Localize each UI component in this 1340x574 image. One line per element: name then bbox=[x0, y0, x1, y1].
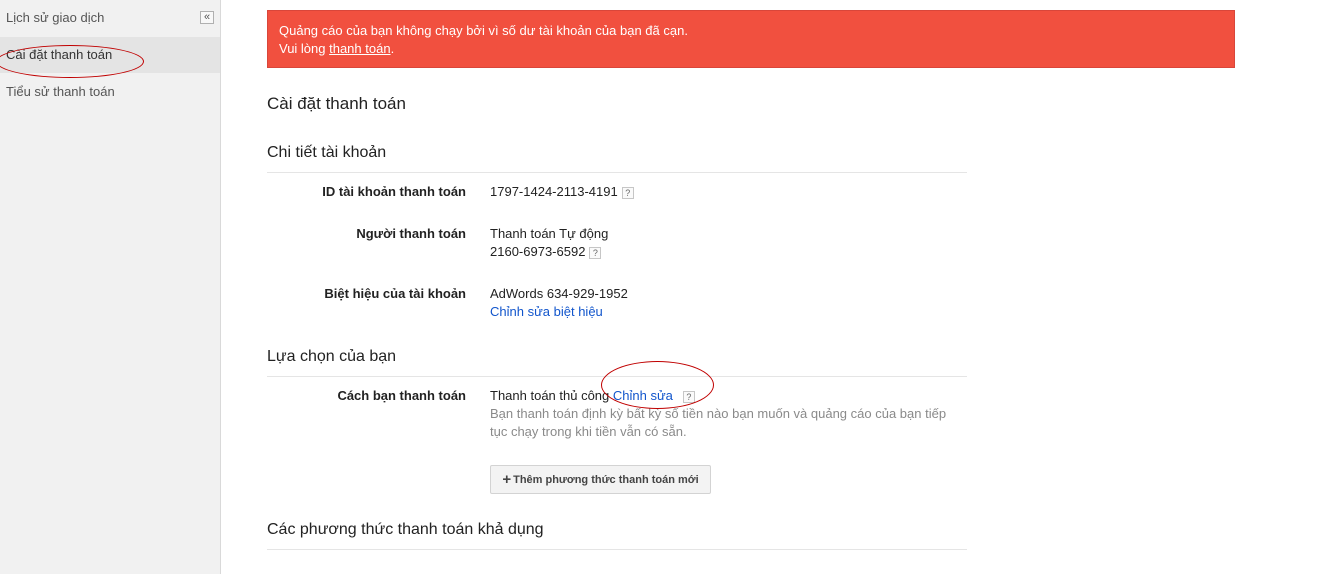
help-icon[interactable]: ? bbox=[589, 246, 602, 259]
section-title-account-details: Chi tiết tài khoản bbox=[267, 144, 387, 161]
label-payer: Người thanh toán bbox=[356, 226, 466, 241]
section-title-available-methods: Các phương thức thanh toán khả dụng bbox=[267, 521, 544, 538]
balance-alert-banner: Quảng cáo của bạn không chạy bởi vì số d… bbox=[267, 10, 1235, 68]
page-title: Cài đặt thanh toán bbox=[267, 94, 406, 113]
alert-message: Quảng cáo của bạn không chạy bởi vì số d… bbox=[279, 23, 688, 38]
label-how-you-pay: Cách bạn thanh toán bbox=[337, 388, 466, 403]
value-billing-account-id: 1797-1424-2113-4191? bbox=[490, 184, 634, 199]
sidebar-item-billing-profile[interactable]: Tiểu sử thanh toán bbox=[0, 74, 220, 110]
value-account-nickname: AdWords 634-929-1952 bbox=[490, 286, 628, 301]
sidebar-item-transaction-history[interactable]: Lịch sử giao dịch bbox=[0, 0, 220, 36]
label-account-nickname: Biệt hiệu của tài khoản bbox=[324, 286, 466, 301]
sidebar: Lịch sử giao dịch « Cài đặt thanh toán T… bbox=[0, 0, 221, 574]
sidebar-item-label: Tiểu sử thanh toán bbox=[6, 84, 115, 99]
add-payment-method-button[interactable]: + Thêm phương thức thanh toán mới bbox=[490, 465, 711, 494]
sidebar-item-label: Lịch sử giao dịch bbox=[6, 10, 105, 25]
payment-method-description: Bạn thanh toán định kỳ bất kỳ số tiền nà… bbox=[490, 406, 947, 439]
make-payment-link[interactable]: thanh toán bbox=[329, 41, 390, 56]
plus-icon: + bbox=[502, 471, 512, 488]
divider bbox=[267, 549, 967, 550]
collapse-sidebar-icon[interactable]: « bbox=[200, 11, 214, 24]
section-title-your-choice: Lựa chọn của bạn bbox=[267, 348, 397, 365]
value-payer: Thanh toán Tự động bbox=[490, 226, 609, 241]
value-payer-id: 2160-6973-6592? bbox=[490, 244, 602, 259]
divider bbox=[267, 172, 967, 173]
annotation-ellipse-edit-link bbox=[601, 361, 714, 409]
annotation-ellipse-sidebar bbox=[0, 45, 144, 78]
label-billing-account-id: ID tài khoản thanh toán bbox=[322, 184, 466, 199]
alert-payment-line: Vui lòng thanh toán. bbox=[279, 41, 395, 56]
edit-nickname-link[interactable]: Chỉnh sửa biệt hiệu bbox=[490, 304, 603, 319]
help-icon[interactable]: ? bbox=[621, 186, 634, 199]
